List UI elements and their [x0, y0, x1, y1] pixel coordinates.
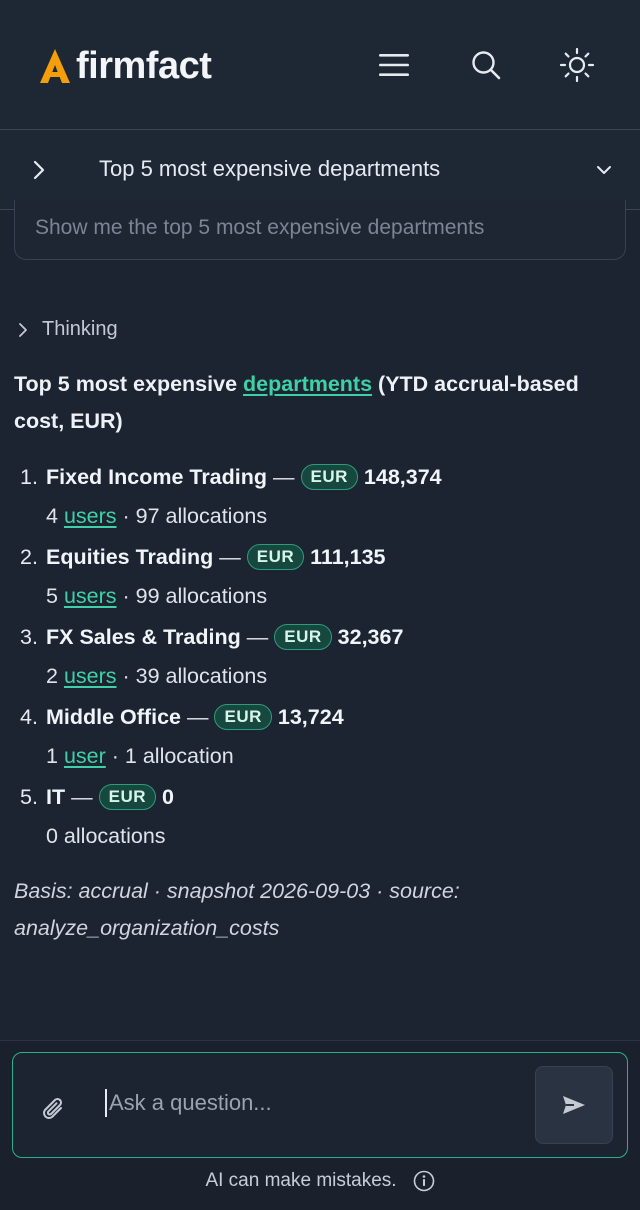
- basis-note: Basis: accrual · snapshot 2026-09-03 · s…: [14, 879, 460, 940]
- separator-dash: —: [71, 785, 93, 809]
- separator-dash: —: [186, 705, 209, 729]
- list-item: 4. Middle Office — EUR 13,724 1 user · 1…: [20, 698, 620, 778]
- list-item: 3. FX Sales & Trading — EUR 32,367 2 use…: [20, 618, 620, 698]
- logo-triangle-icon: [40, 49, 70, 83]
- allocations-text: · 1 allocation: [111, 744, 234, 768]
- sun-icon: [559, 47, 595, 83]
- currency-badge: EUR: [300, 464, 358, 490]
- department-amount: 111,135: [310, 545, 386, 569]
- users-count: 5: [46, 584, 58, 608]
- users-link[interactable]: users: [64, 504, 117, 528]
- department-name: Middle Office: [46, 705, 181, 729]
- separator-dash: —: [219, 545, 241, 569]
- allocations-text: · 39 allocations: [122, 664, 268, 688]
- department-name: FX Sales & Trading: [46, 625, 241, 649]
- chevron-right-icon[interactable]: [28, 158, 50, 182]
- disclaimer: AI can make mistakes.: [0, 1170, 640, 1192]
- thinking-label: Thinking: [42, 318, 118, 340]
- users-link[interactable]: users: [64, 664, 117, 688]
- answer-heading: Top 5 most expensive departments (YTD ac…: [14, 366, 629, 440]
- list-item: 5. IT — EUR 0 0 allocations: [20, 778, 620, 858]
- disclaimer-text: AI can make mistakes.: [205, 1170, 397, 1191]
- info-icon[interactable]: [413, 1170, 435, 1192]
- paperclip-icon[interactable]: [41, 1095, 67, 1125]
- send-icon: [563, 1096, 585, 1114]
- department-amount: 148,374: [363, 465, 442, 489]
- separator-dash: —: [246, 625, 269, 649]
- search-button[interactable]: [466, 45, 506, 85]
- user-message-bubble: Show me the top 5 most expensive departm…: [14, 200, 626, 260]
- allocations-text: 0 allocations: [46, 824, 166, 848]
- department-amount: 13,724: [277, 705, 344, 729]
- conversation-title: Top 5 most expensive departments: [99, 156, 441, 181]
- users-link[interactable]: users: [64, 584, 117, 608]
- list-item: 1. Fixed Income Trading — EUR 148,374 4 …: [20, 458, 620, 538]
- chat-page: firmfact Top 5 most expensive department…: [0, 0, 640, 1210]
- user-message-text: Show me the top 5 most expensive departm…: [35, 216, 485, 239]
- users-count: 1: [46, 744, 58, 768]
- chevron-down-icon[interactable]: [594, 160, 614, 180]
- app-name: firmfact: [76, 45, 212, 87]
- rank: 5.: [20, 785, 38, 809]
- rank: 1.: [20, 465, 38, 489]
- allocations-text: · 97 allocations: [122, 504, 268, 528]
- users-count: 4: [46, 504, 58, 528]
- department-amount: 0: [162, 785, 174, 809]
- users-link[interactable]: user: [64, 744, 106, 768]
- hamburger-menu-icon: [379, 54, 409, 76]
- currency-badge: EUR: [246, 544, 305, 570]
- currency-badge: EUR: [98, 784, 157, 810]
- users-count: 2: [46, 664, 58, 688]
- send-button[interactable]: [535, 1066, 613, 1144]
- top-header: firmfact: [0, 0, 640, 130]
- department-name: Fixed Income Trading: [46, 465, 268, 489]
- rank: 4.: [20, 705, 38, 729]
- department-name: IT: [46, 785, 66, 809]
- departments-link[interactable]: departments: [243, 372, 372, 396]
- currency-badge: EUR: [214, 704, 272, 730]
- department-list: 1. Fixed Income Trading — EUR 148,374 4 …: [20, 458, 620, 858]
- question-input[interactable]: Ask a question...: [105, 1089, 272, 1117]
- thinking-toggle[interactable]: Thinking: [16, 318, 118, 341]
- rank: 3.: [20, 625, 38, 649]
- department-amount: 32,367: [337, 625, 404, 649]
- theme-toggle-button[interactable]: [557, 45, 597, 85]
- separator-dash: —: [273, 465, 295, 489]
- department-name: Equities Trading: [46, 545, 214, 569]
- conversation-title-bar[interactable]: Top 5 most expensive departments: [0, 130, 640, 210]
- currency-badge: EUR: [274, 624, 332, 650]
- answer-heading-prefix: Top 5 most expensive: [14, 372, 244, 396]
- composer: Ask a question...: [12, 1052, 628, 1158]
- logo[interactable]: firmfact: [38, 44, 212, 88]
- search-icon: [472, 51, 501, 80]
- menu-button[interactable]: [374, 45, 414, 85]
- chevron-right-icon: [19, 322, 27, 337]
- rank: 2.: [20, 545, 38, 569]
- allocations-text: · 99 allocations: [122, 584, 268, 608]
- list-item: 2. Equities Trading — EUR 111,135 5 user…: [20, 538, 620, 618]
